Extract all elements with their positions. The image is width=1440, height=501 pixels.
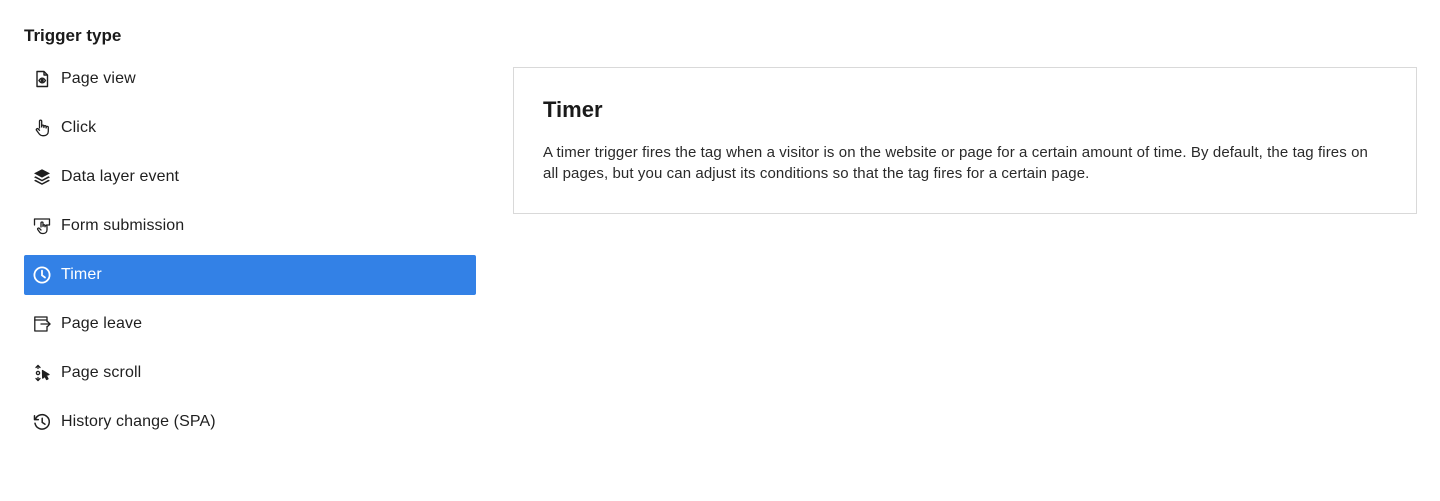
- trigger-label: Timer: [61, 266, 102, 283]
- trigger-item-click[interactable]: Click: [24, 108, 476, 148]
- trigger-label: Page scroll: [61, 364, 142, 381]
- trigger-detail-card: Timer A timer trigger fires the tag when…: [513, 67, 1417, 214]
- trigger-list: Page view Click Data layer event Form su…: [24, 59, 476, 442]
- trigger-label: History change (SPA): [61, 413, 216, 430]
- detail-title: Timer: [543, 97, 603, 122]
- trigger-item-page-view[interactable]: Page view: [24, 59, 476, 99]
- layers-icon: [32, 167, 52, 187]
- history-icon: [32, 412, 52, 432]
- page-leave-icon: [32, 314, 52, 334]
- clock-icon: [32, 265, 52, 285]
- trigger-label: Form submission: [61, 217, 185, 234]
- trigger-label: Page leave: [61, 315, 143, 332]
- trigger-item-form-submission[interactable]: Form submission: [24, 206, 476, 246]
- trigger-item-data-layer-event[interactable]: Data layer event: [24, 157, 476, 197]
- trigger-type-sidebar: Trigger type Page view Click Data layer …: [24, 22, 476, 451]
- trigger-type-panel: Trigger type Page view Click Data layer …: [0, 0, 1440, 501]
- trigger-item-page-scroll[interactable]: Page scroll: [24, 353, 476, 393]
- page-scroll-icon: [32, 363, 52, 383]
- detail-description: A timer trigger fires the tag when a vis…: [543, 144, 1368, 182]
- trigger-label: Data layer event: [61, 168, 180, 185]
- trigger-item-history-change[interactable]: History change (SPA): [24, 402, 476, 442]
- section-title: Trigger type: [24, 26, 122, 45]
- trigger-item-timer[interactable]: Timer: [24, 255, 476, 295]
- page-view-icon: [32, 69, 52, 89]
- trigger-item-page-leave[interactable]: Page leave: [24, 304, 476, 344]
- form-submission-icon: [32, 216, 52, 236]
- trigger-label: Click: [61, 119, 97, 136]
- hand-pointer-icon: [32, 118, 52, 138]
- trigger-label: Page view: [61, 70, 136, 87]
